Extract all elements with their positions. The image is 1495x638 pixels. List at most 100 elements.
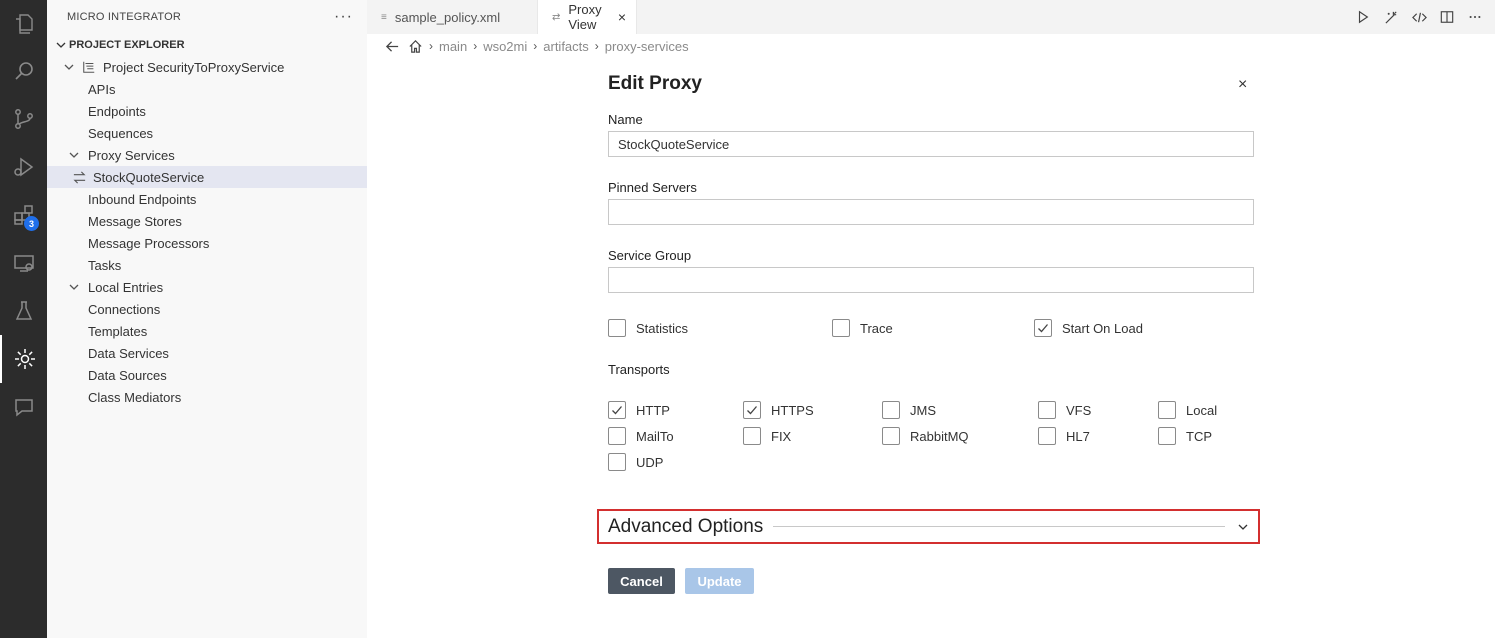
breadcrumb-main[interactable]: main (439, 39, 467, 54)
check-icon (747, 406, 757, 415)
tree-item-project[interactable]: Project SecurityToProxyService (47, 56, 367, 78)
checkbox-label: RabbitMQ (910, 428, 969, 444)
start-on-load-checkbox[interactable]: Start On Load (1034, 319, 1143, 337)
transport-vfs-checkbox[interactable]: VFS (1038, 401, 1091, 419)
tree-item-label: Project SecurityToProxyService (103, 59, 285, 75)
chat-icon[interactable] (0, 383, 47, 431)
pinned-servers-input[interactable] (608, 199, 1254, 225)
breadcrumb-artifacts[interactable]: artifacts (543, 39, 589, 54)
checkbox-label: TCP (1186, 428, 1212, 444)
extensions-badge: 3 (24, 216, 39, 231)
statistics-checkbox[interactable]: Statistics (608, 319, 688, 337)
magic-wand-icon[interactable] (1383, 9, 1399, 25)
tree-item-templates[interactable]: Templates (47, 320, 367, 342)
project-explorer-section[interactable]: PROJECT EXPLORER (47, 34, 367, 56)
transports-label: Transports (608, 362, 670, 377)
transport-https-checkbox[interactable]: HTTPS (743, 401, 814, 419)
search-icon[interactable] (0, 47, 47, 95)
tree-item-label: Data Sources (88, 367, 167, 383)
name-input[interactable] (608, 131, 1254, 157)
checkbox-label: JMS (910, 402, 936, 418)
tree-item-label: Data Services (88, 345, 169, 361)
tree-item-apis[interactable]: APIs (47, 78, 367, 100)
checkbox-box (608, 401, 626, 419)
trace-checkbox[interactable]: Trace (832, 319, 893, 337)
transport-tcp-checkbox[interactable]: TCP (1158, 427, 1212, 445)
tree-item-label: Class Mediators (88, 389, 182, 405)
tree-item-label: Connections (88, 301, 161, 317)
close-icon[interactable]: × (1238, 76, 1247, 94)
tree-item-data-sources[interactable]: Data Sources (47, 364, 367, 386)
breadcrumb-separator: › (594, 39, 599, 53)
tree-item-class-mediators[interactable]: Class Mediators (47, 386, 367, 408)
tab-proxy-view[interactable]: ⇄ Proxy View × (538, 0, 637, 34)
transport-hl7-checkbox[interactable]: HL7 (1038, 427, 1090, 445)
checkbox-box (882, 427, 900, 445)
tree-item-proxy-services[interactable]: Proxy Services (47, 144, 367, 166)
sidebar: MICRO INTEGRATOR ··· PROJECT EXPLORER Pr… (47, 0, 367, 638)
breadcrumb-separator: › (429, 39, 433, 53)
tab-label: sample_policy.xml (394, 9, 501, 25)
back-arrow-icon[interactable] (385, 39, 400, 54)
tree-item-label: Templates (88, 323, 148, 339)
transport-udp-checkbox[interactable]: UDP (608, 453, 663, 471)
project-icon (81, 59, 97, 75)
checkbox-label: MailTo (636, 428, 674, 444)
breadcrumb-wso2mi[interactable]: wso2mi (483, 39, 527, 54)
more-actions-icon[interactable]: ··· (334, 8, 353, 26)
run-debug-icon[interactable] (0, 143, 47, 191)
testing-icon[interactable] (0, 287, 47, 335)
remote-explorer-icon[interactable] (0, 239, 47, 287)
checkbox-box (743, 427, 761, 445)
breadcrumb-separator: › (473, 39, 478, 53)
transport-fix-checkbox[interactable]: FIX (743, 427, 791, 445)
tree-item-label: APIs (88, 81, 116, 97)
update-button[interactable]: Update (685, 568, 754, 594)
tree-item-stockquoteservice[interactable]: StockQuoteService (47, 166, 367, 188)
checkbox-label: HL7 (1066, 428, 1090, 444)
code-icon[interactable] (1411, 9, 1427, 25)
split-editor-icon[interactable] (1439, 9, 1455, 25)
checkbox-box (832, 319, 850, 337)
tree-item-inbound-endpoints[interactable]: Inbound Endpoints (47, 188, 367, 210)
breadcrumb-proxy-services[interactable]: proxy-services (605, 39, 689, 54)
home-icon[interactable] (408, 39, 423, 54)
breadcrumb: › main › wso2mi › artifacts › proxy-serv… (385, 36, 689, 56)
tree-item-sequences[interactable]: Sequences (47, 122, 367, 144)
checkbox-box (1158, 401, 1176, 419)
micro-integrator-icon[interactable] (0, 335, 47, 383)
transport-local-checkbox[interactable]: Local (1158, 401, 1217, 419)
more-actions-icon[interactable] (1467, 9, 1483, 25)
run-icon[interactable] (1355, 9, 1371, 25)
tree-item-local-entries[interactable]: Local Entries (47, 276, 367, 298)
tree-item-endpoints[interactable]: Endpoints (47, 100, 367, 122)
tree-item-label: Message Processors (88, 235, 210, 251)
transport-mailto-checkbox[interactable]: MailTo (608, 427, 674, 445)
sidebar-header: MICRO INTEGRATOR ··· (47, 0, 367, 34)
tree-item-message-processors[interactable]: Message Processors (47, 232, 367, 254)
transport-jms-checkbox[interactable]: JMS (882, 401, 936, 419)
service-group-input[interactable] (608, 267, 1254, 293)
transport-rabbitmq-checkbox[interactable]: RabbitMQ (882, 427, 969, 445)
close-icon[interactable]: × (618, 9, 626, 25)
pinned-servers-label: Pinned Servers (608, 180, 697, 195)
checkbox-label: Statistics (636, 320, 689, 336)
editor-actions (1355, 0, 1483, 34)
source-control-icon[interactable] (0, 95, 47, 143)
tree-item-data-services[interactable]: Data Services (47, 342, 367, 364)
checkbox-box (608, 453, 626, 471)
proxy-icon: ⇄ (552, 11, 561, 23)
tree-item-tasks[interactable]: Tasks (47, 254, 367, 276)
tree-item-message-stores[interactable]: Message Stores (47, 210, 367, 232)
transport-http-checkbox[interactable]: HTTP (608, 401, 670, 419)
explorer-icon[interactable] (0, 0, 47, 48)
extensions-icon[interactable]: 3 (0, 191, 47, 239)
cancel-button[interactable]: Cancel (608, 568, 675, 594)
tree-item-label: Proxy Services (88, 147, 175, 163)
checkbox-label: Local (1186, 402, 1218, 418)
tree-item-connections[interactable]: Connections (47, 298, 367, 320)
tree-item-label: StockQuoteService (93, 169, 205, 185)
advanced-options-toggle[interactable]: Advanced Options (597, 509, 1260, 544)
tab-sample-policy[interactable]: ≡ sample_policy.xml (367, 0, 538, 34)
editor-tab-bar: ≡ sample_policy.xml ⇄ Proxy View × (367, 0, 1495, 34)
